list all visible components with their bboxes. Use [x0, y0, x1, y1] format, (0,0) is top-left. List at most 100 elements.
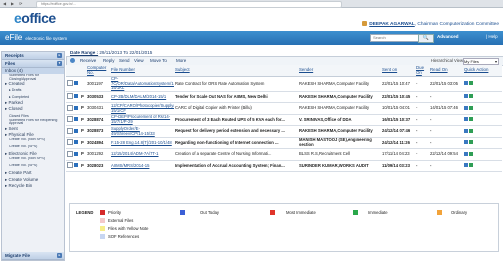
due-on: - [415, 76, 429, 92]
send-button[interactable]: Send [119, 58, 130, 63]
user-name-link[interactable]: DEEPAK AGARWAL [369, 22, 414, 27]
search-input[interactable]: Search [370, 34, 420, 42]
forward-icon[interactable]: ▶ [11, 1, 14, 6]
file-number-link[interactable]: CP-7C/OR/Data/AutomationSystem/14-15/1KL [110, 76, 174, 92]
reply-icon[interactable] [469, 163, 473, 168]
view-button[interactable]: View [134, 58, 144, 63]
table-row[interactable]: P 3024894 F.15-28 Eng.14.8(T)/201-10/1/48 R… [66, 137, 502, 150]
file-number-link[interactable]: CP-DEP/Procurement of Rs/14-15/7/1/P-29 [110, 114, 174, 127]
reply-icon[interactable] [469, 151, 473, 156]
row-checkbox[interactable] [67, 116, 73, 123]
app-bar: eFile electronic file system Search 🔍 Adv… [0, 31, 503, 45]
file-table: Computer No. File Number Subject Sender Sent… [66, 65, 502, 173]
file-number-link[interactable]: SupplyOrder/E-49/Shreev/CP/14-15/33 [110, 125, 174, 138]
legend-title: LEGEND [76, 210, 94, 215]
reload-icon[interactable]: ⟳ [19, 1, 22, 6]
open-file-icon[interactable] [464, 94, 468, 99]
more-button[interactable]: More [176, 58, 186, 63]
open-file-icon[interactable] [464, 151, 468, 156]
back-icon[interactable]: ◀ [3, 1, 6, 6]
reply-icon[interactable] [469, 140, 473, 145]
sender: RAKESH SHARMA,Computer Facility [298, 125, 381, 138]
reply-icon[interactable] [469, 81, 473, 86]
table-row[interactable]: 3001197 CP-7C/OR/Data/AutomationSystem/14… [66, 76, 502, 92]
read-on: 14/01/15 07:46 [429, 102, 463, 115]
collapse-icon[interactable]: ▾ [57, 61, 62, 66]
row-checkbox[interactable] [67, 150, 73, 157]
hierarchical-view-select[interactable]: My Files ▾ [463, 58, 499, 65]
file-number-link[interactable]: AIIMS/MRS/2014-15 [110, 160, 174, 173]
receive-button[interactable]: Receive [80, 58, 96, 63]
table-row[interactable]: P 3028874 CP-DEP/Procurement of Rs/14-15/7… [66, 114, 502, 127]
column-header[interactable]: Due On [415, 65, 429, 77]
sidebar-item[interactable]: ▸ Recycle Bin [2, 183, 64, 189]
subject: Procurement of 3 Each Routed UPS of 5 KV… [174, 114, 298, 127]
app-name: eFile electronic file system [5, 33, 68, 42]
cell [463, 91, 502, 104]
search-button[interactable]: 🔍 [418, 34, 434, 43]
sender: RAKESH SHARMA,Computer Facility [298, 91, 381, 104]
reply-icon[interactable] [469, 128, 473, 133]
row-checkbox[interactable] [67, 162, 73, 169]
table-row[interactable]: P 3001292 12/15/2014/ADM-7A/7T-1 Creation o… [66, 148, 502, 161]
row-checkbox[interactable] [67, 127, 73, 134]
sent-on: 24/12/14 07:46 [381, 125, 415, 138]
date-range-label[interactable]: Date Range : [70, 50, 98, 55]
column-header[interactable]: Quick Action [463, 65, 502, 77]
cell [66, 160, 73, 173]
move-to-button[interactable]: Move To [150, 58, 167, 63]
cell [463, 160, 502, 173]
reply-icon[interactable] [469, 105, 473, 110]
column-header[interactable]: Read On [429, 65, 463, 77]
column-header[interactable]: Computer No. [86, 65, 110, 77]
expand-icon[interactable]: ▸ [57, 253, 62, 258]
row-checkbox[interactable] [67, 139, 73, 146]
sent-on: 22/01/15 10:47 [381, 76, 415, 92]
receipts-header[interactable]: Receipts ▸ [2, 52, 64, 60]
due-on: - [415, 125, 429, 138]
cell [73, 148, 80, 161]
open-file-icon[interactable] [464, 105, 468, 110]
sender: RAKESH SHARMA,Computer Facility [298, 102, 381, 115]
expand-icon[interactable]: ▸ [57, 53, 62, 58]
files-header[interactable]: Files ▾ [2, 60, 64, 68]
row-checkbox[interactable] [67, 104, 73, 111]
column-header[interactable]: File Number [110, 65, 174, 77]
file-number-link[interactable]: 12/CP/CARO/Photocopier/Supply/14-15/1/CF [110, 102, 174, 115]
help-link[interactable]: | Help [486, 34, 498, 39]
reply-button[interactable]: Reply [103, 58, 115, 63]
subject: CARC of Digital Copier with Printer (Bil… [174, 102, 298, 115]
open-file-icon[interactable] [464, 128, 468, 133]
table-header-row: Computer No. File Number Subject Sender Sent… [66, 65, 502, 77]
url-field[interactable]: https://eoffice.gov.in/... [36, 1, 342, 8]
reply-icon[interactable] [469, 117, 473, 122]
read-on: - [429, 137, 463, 150]
file-number-link[interactable]: CP-2B/DLM/DALM/2014-15/1 [110, 91, 174, 104]
flag-icon [74, 81, 78, 86]
file-number-link[interactable]: 12/15/2014/ADM-7A/7T-1 [110, 148, 174, 161]
reply-icon[interactable] [469, 94, 473, 99]
sender: MANISH MASTOOJ (SE),engineering section [298, 137, 381, 150]
table-row[interactable]: P 3030533 CP-2B/DLM/DALM/2014-15/1 Tender f… [66, 91, 502, 104]
flag-icon [74, 140, 78, 145]
table-row[interactable]: P 3028873 SupplyOrder/E-49/Shreev/CP/14-15… [66, 125, 502, 138]
due-on: - [415, 148, 429, 161]
column-header[interactable]: Sender [298, 65, 381, 77]
priority-swatch [100, 210, 105, 215]
open-file-icon[interactable] [464, 140, 468, 145]
open-file-icon[interactable] [464, 117, 468, 122]
row-checkbox[interactable] [67, 80, 73, 87]
due-on: - [415, 114, 429, 127]
table-row[interactable]: P 3030431 12/CP/CARO/Photocopier/Supply/14… [66, 102, 502, 115]
open-file-icon[interactable] [464, 81, 468, 86]
most-immediate-swatch [270, 210, 275, 215]
open-file-icon[interactable] [464, 163, 468, 168]
table-row[interactable]: P 3028023 AIIMS/MRS/2014-15 Implementation … [66, 160, 502, 173]
column-header[interactable]: Subject [174, 65, 298, 77]
advanced-search-link[interactable]: Advanced [437, 34, 459, 39]
sent-on: 10/01/15 04:01 [381, 102, 415, 115]
refresh-icon[interactable] [70, 58, 75, 63]
file-number-link[interactable]: F.15-28 Eng.14.8(T)/201-10/1/48 [110, 137, 174, 150]
row-checkbox[interactable] [67, 93, 73, 100]
column-header[interactable]: Sent on [381, 65, 415, 77]
